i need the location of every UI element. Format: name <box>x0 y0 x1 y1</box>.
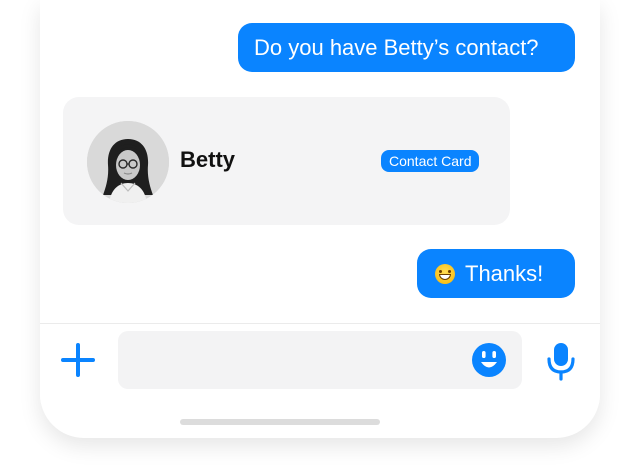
voice-message-button[interactable] <box>544 341 578 381</box>
sticker-icon <box>472 343 506 377</box>
add-attachment-button[interactable] <box>60 342 96 378</box>
microphone-icon <box>547 343 575 381</box>
outgoing-message-bubble[interactable]: Do you have Betty’s contact? <box>238 23 575 72</box>
message-text: Do you have Betty’s contact? <box>254 34 539 60</box>
grinning-face-emoji-icon <box>435 263 455 284</box>
message-input[interactable] <box>118 331 522 389</box>
message-composer <box>40 323 600 404</box>
contact-name: Betty <box>180 147 236 172</box>
avatar-photo-icon <box>87 121 169 203</box>
chat-window: Do you have Betty’s contact? Betty Conta… <box>40 0 600 438</box>
message-text: Thanks! <box>465 260 544 286</box>
contact-card-tag: Contact Card <box>381 150 480 172</box>
sticker-button[interactable] <box>470 341 508 379</box>
contact-avatar[interactable] <box>87 121 169 203</box>
outgoing-message-bubble[interactable]: Thanks! <box>417 249 575 298</box>
plus-icon <box>61 343 95 377</box>
contact-card-message[interactable]: Betty Contact Card <box>63 97 510 225</box>
home-indicator <box>180 419 380 425</box>
